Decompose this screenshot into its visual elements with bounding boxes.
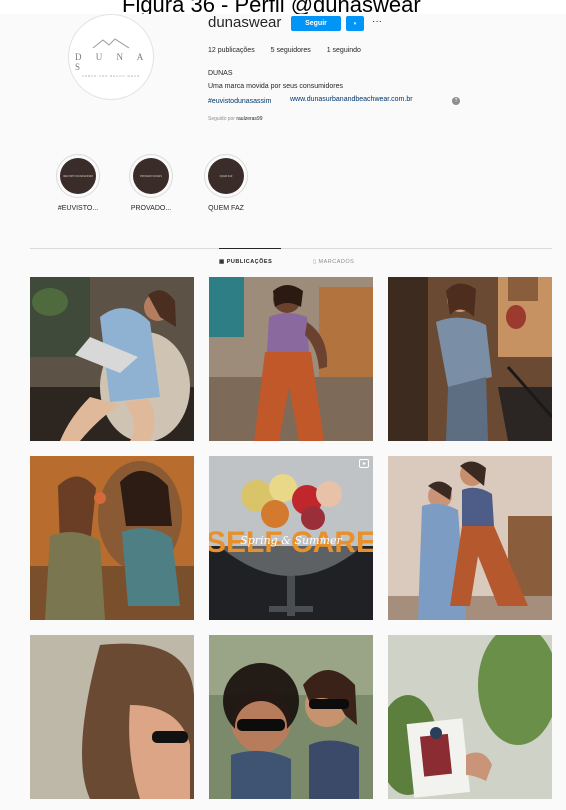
tab-publicacoes[interactable]: ▦ PUBLICAÇÕES — [219, 259, 272, 265]
following-count[interactable]: 1 seguindo — [327, 47, 361, 54]
highlight-cover: QUEM FAZ — [208, 158, 244, 194]
logo-subtitle: URBAN AND BEACH WEAR — [81, 73, 141, 78]
followed-by-prefix: Seguido por — [208, 116, 235, 122]
post-image-fruit-bowl-self-care: SELF CARE Spring & Summer — [209, 456, 373, 620]
posts-count: 12 publicações — [208, 47, 255, 54]
bio-description: Uma marca movida por seus consumidores — [208, 83, 343, 90]
post-tile[interactable] — [30, 635, 194, 799]
profile-avatar[interactable]: D U N A S URBAN AND BEACH WEAR — [68, 14, 154, 100]
post-image-two-women-eating — [30, 456, 194, 620]
highlight-ring: QUEM FAZ — [204, 154, 248, 198]
post-tile[interactable] — [388, 635, 552, 799]
highlight-cover: PROVADO DUNAS — [133, 158, 169, 194]
post-tile[interactable] — [30, 456, 194, 620]
highlight-label: QUEM FAZ — [208, 205, 244, 212]
active-tab-indicator — [219, 248, 281, 249]
followed-by-user-link[interactable]: raulzeras99 — [236, 116, 262, 122]
post-image-two-women-posing — [388, 456, 552, 620]
profile-username: dunaswear — [208, 14, 282, 31]
tab-marcados[interactable]: ▯ MARCADOS — [313, 259, 354, 265]
post-image-two-women-sunglasses — [209, 635, 373, 799]
more-options-icon[interactable]: ··· — [372, 16, 382, 28]
highlight-provado[interactable]: PROVADO DUNAS PROVADO... — [121, 154, 181, 212]
post-tile[interactable] — [209, 635, 373, 799]
post-tile[interactable]: SELF CARE Spring & Summer — [209, 456, 373, 620]
highlight-label: #EUVISTO... — [57, 205, 99, 212]
mountain-logo-icon — [92, 37, 130, 48]
post-tile[interactable] — [388, 277, 552, 441]
post-image-woman-orange-pants — [209, 277, 373, 441]
post-tile[interactable] — [388, 456, 552, 620]
page-bottom — [30, 803, 553, 810]
post-tile[interactable] — [209, 277, 373, 441]
highlight-cover: #EUVISTO DUNASASSIM — [60, 158, 96, 194]
bio-hashtag-link[interactable]: #euvistodunasassim — [208, 98, 271, 105]
overlay-script: Spring & Summer — [240, 534, 342, 547]
followed-by: Seguido por raulzeras99 — [208, 116, 263, 122]
post-tile[interactable] — [30, 277, 194, 441]
followers-count[interactable]: 5 seguidores — [271, 47, 311, 54]
post-image-woman-laptop — [30, 277, 194, 441]
follow-button[interactable]: Seguir — [291, 16, 341, 31]
post-image-woman-stairs — [388, 277, 552, 441]
post-image-plant-magazine — [388, 635, 552, 799]
highlight-ring: PROVADO DUNAS — [129, 154, 173, 198]
bio-name: DUNAS — [208, 70, 233, 77]
logo-text: D U N A S — [75, 51, 149, 72]
link-info-icon: ? — [452, 97, 460, 105]
highlight-ring: #EUVISTO DUNASASSIM — [56, 154, 100, 198]
profile-stats: 12 publicações 5 seguidores 1 seguindo — [208, 47, 375, 54]
reel-icon — [359, 459, 369, 468]
bio-website-link[interactable]: www.dunasurbanandbeachwear.com.br — [290, 96, 413, 103]
suggestions-dropdown-button[interactable]: ▾ — [346, 16, 364, 31]
highlight-label: PROVADO... — [130, 205, 172, 212]
highlight-euvisto[interactable]: #EUVISTO DUNASASSIM #EUVISTO... — [48, 154, 108, 212]
highlight-quem-faz[interactable]: QUEM FAZ QUEM FAZ — [196, 154, 256, 212]
post-image-woman-sunglasses-profile — [30, 635, 194, 799]
tabs-divider — [30, 248, 552, 249]
instagram-profile-screenshot: D U N A S URBAN AND BEACH WEAR dunaswear… — [0, 14, 566, 810]
